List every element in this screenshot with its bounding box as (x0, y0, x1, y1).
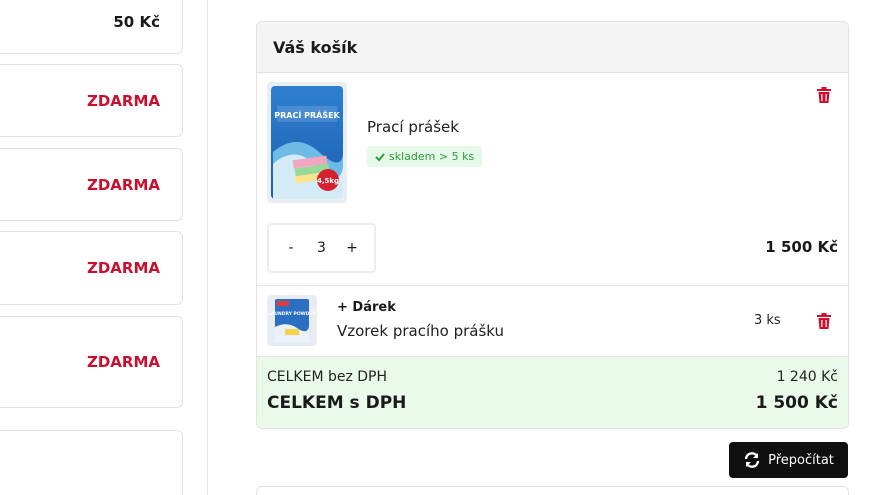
stock-text: skladem > 5 ks (389, 150, 475, 163)
total-with-vat-value: 1 500 Kč (755, 393, 838, 413)
trash-icon (817, 87, 831, 103)
item-price: 1 500 Kč (765, 238, 838, 256)
total-without-vat-label: CELKEM bez DPH (267, 369, 388, 385)
increment-button[interactable]: + (344, 240, 360, 256)
shipping-option[interactable] (0, 430, 183, 495)
shipping-option[interactable]: ZDARMA (0, 148, 183, 221)
stock-badge: skladem > 5 ks (367, 146, 483, 167)
option-price: ZDARMA (86, 91, 160, 110)
gift-quantity: 3 ks (754, 313, 781, 328)
cart-item: PRACÍ PRÁŠEK 4,5kg Prací prášek skladem … (257, 73, 848, 286)
product-image[interactable]: PRACÍ PRÁŠEK 4,5kg (267, 82, 347, 203)
shipping-option[interactable]: ZDARMA (0, 64, 183, 137)
product-name[interactable]: Prací prášek (367, 118, 459, 136)
total-with-vat-label: CELKEM s DPH (267, 393, 407, 413)
shipping-option[interactable]: 50 Kč (0, 0, 183, 54)
shipping-option[interactable]: ZDARMA (0, 231, 183, 305)
next-section-card (256, 486, 849, 495)
option-price: ZDARMA (86, 175, 160, 194)
quantity-value[interactable]: 3 (317, 240, 326, 256)
option-price: 50 Kč (113, 13, 160, 31)
option-price: ZDARMA (86, 353, 160, 371)
gift-image: LAUNDRY POWDER (267, 295, 317, 346)
recalculate-label: Přepočítat (768, 452, 834, 468)
total-without-vat-value: 1 240 Kč (776, 369, 838, 385)
svg-text:PRACÍ PRÁŠEK: PRACÍ PRÁŠEK (274, 109, 340, 120)
option-price: ZDARMA (86, 259, 160, 277)
check-icon (375, 152, 385, 161)
svg-text:4,5kg: 4,5kg (317, 177, 339, 185)
cart-title: Váš košík (273, 37, 358, 57)
shipping-options-column: 50 Kč ZDARMA ZDARMA ZDARMA ZDARMA (0, 0, 208, 495)
gift-label: + Dárek (337, 300, 396, 315)
remove-item-button[interactable] (817, 87, 831, 103)
remove-gift-button[interactable] (817, 313, 831, 329)
decrement-button[interactable]: - (283, 240, 299, 256)
refresh-icon (744, 452, 760, 468)
trash-icon (817, 313, 831, 329)
svg-text:LAUNDRY POWDER: LAUNDRY POWDER (268, 311, 316, 317)
quantity-stepper[interactable]: - 3 + (267, 223, 376, 273)
gift-name: Vzorek pracího prášku (337, 322, 505, 340)
gift-item: LAUNDRY POWDER + Dárek Vzorek pracího pr… (257, 286, 848, 357)
cart-header: Váš košík (257, 22, 848, 73)
cart-totals: CELKEM bez DPH 1 240 Kč CELKEM s DPH 1 5… (257, 357, 848, 428)
recalculate-button[interactable]: Přepočítat (729, 442, 848, 478)
shipping-option[interactable]: ZDARMA (0, 316, 183, 408)
cart-panel: Váš košík PRACÍ PRÁŠEK 4,5kg Prací práše… (256, 21, 849, 429)
